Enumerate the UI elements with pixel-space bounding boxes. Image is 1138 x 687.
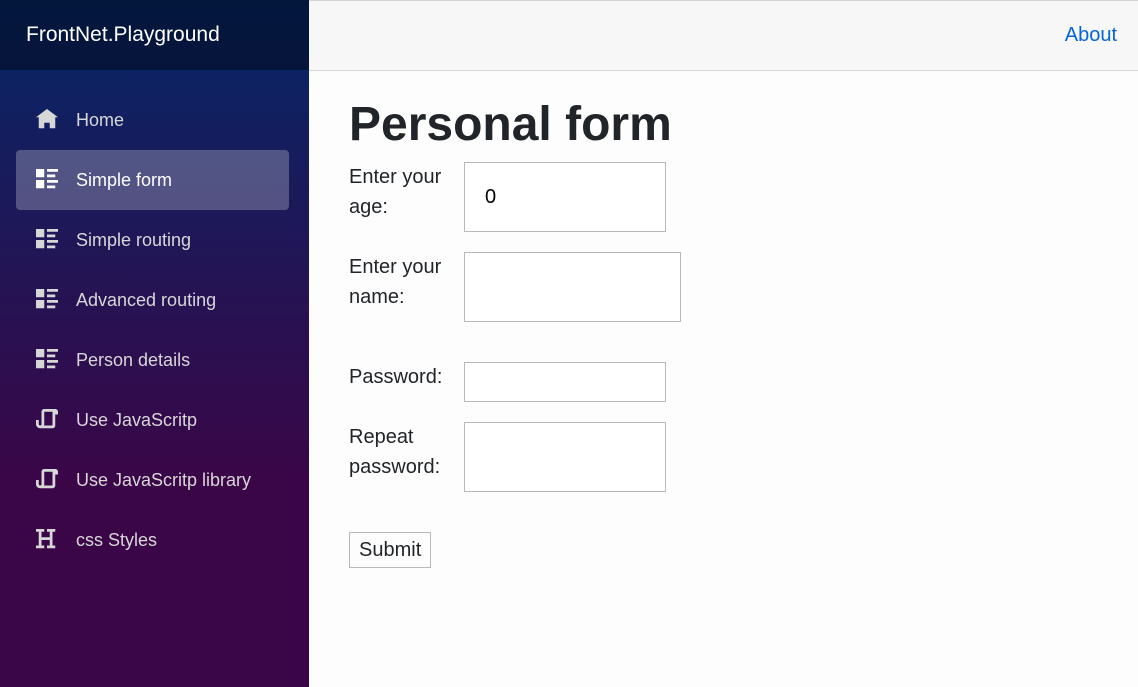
nav-link-simple-form[interactable]: Simple form bbox=[16, 150, 289, 210]
about-link[interactable]: About bbox=[1065, 24, 1117, 47]
name-row: Enter your name: bbox=[349, 252, 681, 322]
page-title: Personal form bbox=[349, 98, 672, 151]
age-label: Enter your age: bbox=[349, 166, 442, 218]
nav-link-home[interactable]: Home bbox=[16, 90, 289, 150]
home-icon bbox=[36, 109, 58, 131]
sidebar-item-label: css Styles bbox=[76, 529, 158, 550]
top-bar: About bbox=[309, 0, 1138, 71]
brand-link[interactable]: FrontNet.Playground bbox=[26, 23, 220, 47]
script-icon bbox=[36, 409, 58, 431]
sidebar-item-label: Home bbox=[76, 109, 125, 130]
sidebar-item-label: Simple form bbox=[76, 169, 173, 190]
list-rich-icon bbox=[36, 229, 58, 251]
nav-menu: Home Simple form Simple routing Advanced… bbox=[0, 70, 309, 570]
sidebar-item-simple-routing[interactable]: Simple routing bbox=[16, 210, 289, 270]
list-rich-icon bbox=[36, 289, 58, 311]
brand-bar: FrontNet.Playground bbox=[0, 0, 309, 70]
repeat-password-row: Repeat password: bbox=[349, 422, 681, 492]
nav-link-person-details[interactable]: Person details bbox=[16, 330, 289, 390]
sidebar-item-person-details[interactable]: Person details bbox=[16, 330, 289, 390]
sidebar-item-home[interactable]: Home bbox=[16, 90, 289, 150]
list-rich-icon bbox=[36, 169, 58, 191]
nav-link-advanced-routing[interactable]: Advanced routing bbox=[16, 270, 289, 330]
sidebar-item-use-javascript[interactable]: Use JavaScritp bbox=[16, 390, 289, 450]
list-rich-icon bbox=[36, 349, 58, 371]
age-row: Enter your age: bbox=[349, 162, 681, 232]
submit-button[interactable]: Submit bbox=[349, 532, 432, 568]
nav-link-use-javascript-library[interactable]: Use JavaScritp library bbox=[16, 450, 289, 510]
sidebar-item-css-styles[interactable]: css Styles bbox=[16, 510, 289, 570]
name-label: Enter your name: bbox=[349, 256, 442, 308]
sidebar-item-label: Use JavaScritp bbox=[76, 409, 198, 430]
password-row: Password: bbox=[349, 362, 681, 402]
sidebar-item-advanced-routing[interactable]: Advanced routing bbox=[16, 270, 289, 330]
password-input[interactable] bbox=[464, 362, 666, 402]
password-label: Password: bbox=[349, 366, 443, 388]
nav-link-simple-routing[interactable]: Simple routing bbox=[16, 210, 289, 270]
repeat-password-input[interactable] bbox=[464, 422, 666, 492]
sidebar-item-label: Advanced routing bbox=[76, 289, 217, 310]
script-icon bbox=[36, 469, 58, 491]
name-input[interactable] bbox=[464, 252, 681, 322]
age-input[interactable] bbox=[464, 162, 666, 232]
personal-form: Enter your age: Enter your name: Passwor… bbox=[349, 162, 681, 568]
main-content: Personal form Enter your age: Enter your… bbox=[349, 95, 681, 568]
repeat-password-label: Repeat password: bbox=[349, 426, 441, 478]
nav-link-css-styles[interactable]: css Styles bbox=[16, 510, 289, 570]
header-icon bbox=[36, 529, 58, 551]
sidebar-item-use-javascript-library[interactable]: Use JavaScritp library bbox=[16, 450, 289, 510]
sidebar-item-simple-form[interactable]: Simple form bbox=[16, 150, 289, 210]
sidebar: FrontNet.Playground Home Simple form Sim… bbox=[0, 0, 309, 687]
sidebar-item-label: Person details bbox=[76, 349, 191, 370]
sidebar-item-label: Simple routing bbox=[76, 229, 192, 250]
nav-link-use-javascript[interactable]: Use JavaScritp bbox=[16, 390, 289, 450]
sidebar-item-label: Use JavaScritp library bbox=[76, 469, 252, 490]
